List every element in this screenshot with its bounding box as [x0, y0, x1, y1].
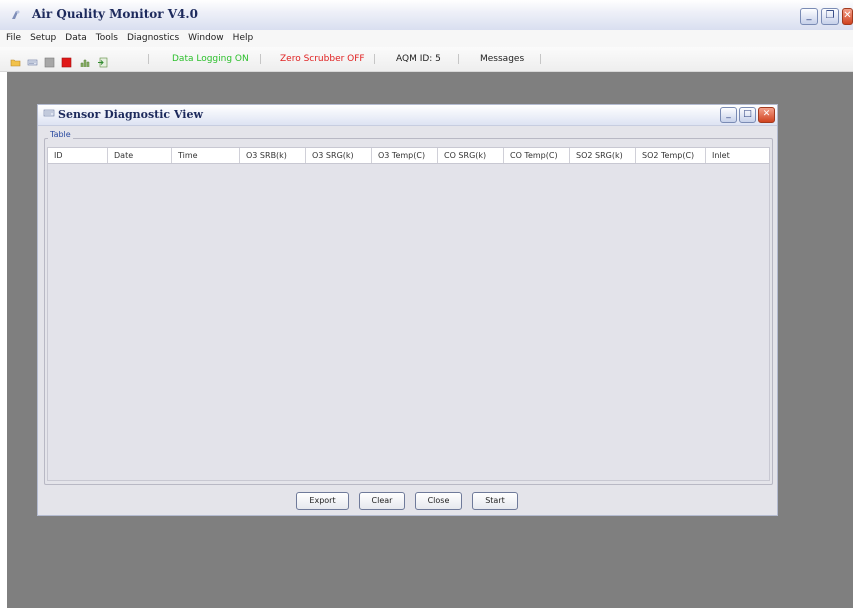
table-header: ID Date Time O3 SRB(k) O3 SRG(k) O3 Temp… — [48, 148, 769, 164]
menu-setup[interactable]: Setup — [30, 30, 56, 47]
table-group-label: Table — [48, 130, 73, 139]
dialog-title-bar[interactable]: Sensor Diagnostic View _ □ ✕ — [38, 105, 777, 126]
toolbar-separator — [148, 54, 149, 64]
menu-bar: File Setup Data Tools Diagnostics Window… — [0, 30, 853, 47]
menu-window[interactable]: Window — [188, 30, 224, 47]
window-controls: _ ❐ ✕ — [800, 8, 853, 25]
sensor-icon — [43, 109, 55, 121]
minimize-icon[interactable]: _ — [720, 107, 737, 123]
toolbar: Data Logging ON Zero Scrubber OFF AQM ID… — [0, 47, 853, 72]
record-red-icon[interactable] — [61, 53, 72, 68]
minimize-icon[interactable]: _ — [800, 8, 818, 25]
sensor-diagnostic-window: Sensor Diagnostic View _ □ ✕ ID Date Tim… — [37, 104, 778, 516]
table-group: ID Date Time O3 SRB(k) O3 SRG(k) O3 Temp… — [44, 138, 773, 485]
menu-file[interactable]: File — [6, 30, 21, 47]
clear-button[interactable]: Clear — [359, 492, 405, 510]
column-header-o3-srb[interactable]: O3 SRB(k) — [240, 148, 306, 163]
toolbar-separator — [260, 54, 261, 64]
column-header-date[interactable]: Date — [108, 148, 172, 163]
column-header-so2-srg[interactable]: SO2 SRG(k) — [570, 148, 636, 163]
column-header-inlet[interactable]: Inlet — [706, 148, 769, 163]
app-title-bar: Air Quality Monitor V4.0 _ ❐ ✕ — [0, 0, 853, 31]
data-logging-status: Data Logging ON — [172, 54, 249, 64]
menu-diagnostics[interactable]: Diagnostics — [127, 30, 179, 47]
toolbar-separator — [458, 54, 459, 64]
column-header-o3-temp[interactable]: O3 Temp(C) — [372, 148, 438, 163]
toolbar-separator — [374, 54, 375, 64]
dialog-controls: _ □ ✕ — [720, 107, 775, 123]
dialog-title: Sensor Diagnostic View — [58, 108, 203, 121]
aqm-id-status: AQM ID: 5 — [396, 54, 441, 64]
column-header-co-srg[interactable]: CO SRG(k) — [438, 148, 504, 163]
close-icon[interactable]: ✕ — [842, 8, 853, 25]
close-icon[interactable]: ✕ — [758, 107, 775, 123]
messages-status[interactable]: Messages — [480, 54, 524, 65]
close-button[interactable]: Close — [415, 492, 462, 510]
column-header-so2-temp[interactable]: SO2 Temp(C) — [636, 148, 706, 163]
column-header-id[interactable]: ID — [48, 148, 108, 163]
app-icon — [10, 9, 22, 21]
export-green-icon[interactable] — [97, 53, 108, 68]
stop-gray-icon[interactable] — [44, 53, 55, 68]
menu-tools[interactable]: Tools — [96, 30, 118, 47]
app-title: Air Quality Monitor V4.0 — [32, 7, 198, 21]
chart-icon[interactable] — [80, 53, 91, 67]
column-header-time[interactable]: Time — [172, 148, 240, 163]
zero-scrubber-status: Zero Scrubber OFF — [280, 54, 365, 64]
maximize-icon[interactable]: □ — [739, 107, 756, 123]
open-folder-icon[interactable] — [10, 53, 21, 67]
restore-icon[interactable]: ❐ — [821, 8, 839, 25]
export-button[interactable]: Export — [296, 492, 349, 510]
toolbar-separator — [540, 54, 541, 64]
sensor-table[interactable]: ID Date Time O3 SRB(k) O3 SRG(k) O3 Temp… — [47, 147, 770, 481]
start-button[interactable]: Start — [472, 492, 518, 510]
dialog-button-row: Export Clear Close Start — [38, 492, 779, 512]
column-header-o3-srg[interactable]: O3 SRG(k) — [306, 148, 372, 163]
sensor-icon[interactable] — [27, 53, 38, 66]
menu-data[interactable]: Data — [65, 30, 87, 47]
column-header-co-temp[interactable]: CO Temp(C) — [504, 148, 570, 163]
menu-help[interactable]: Help — [233, 30, 254, 47]
